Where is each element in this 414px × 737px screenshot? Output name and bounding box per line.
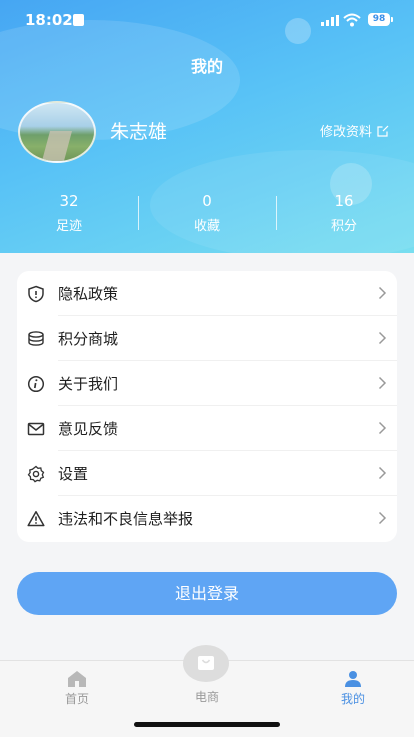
tab-home[interactable]: 首页: [17, 661, 137, 721]
edit-profile-link[interactable]: 修改资料: [320, 121, 389, 140]
edit-icon: [377, 125, 389, 137]
stat-value: 16: [334, 192, 354, 210]
edit-profile-label: 修改资料: [320, 125, 373, 140]
wifi-icon: [343, 13, 361, 27]
stat-label: 积分: [330, 219, 357, 234]
tab-label: 我的: [340, 692, 365, 706]
menu-item-about-us[interactable]: 关于我们: [17, 361, 397, 406]
stat-label: 足迹: [55, 219, 82, 234]
stat-divider: [138, 196, 139, 230]
stat-favorites[interactable]: 0 收藏: [157, 192, 257, 234]
menu-item-label: 隐私政策: [58, 285, 119, 303]
logout-button[interactable]: 退出登录: [17, 572, 397, 615]
chevron-right-icon: [378, 421, 387, 435]
home-indicator: [134, 722, 280, 727]
chevron-right-icon: [378, 376, 387, 390]
person-icon: [345, 671, 361, 687]
chevron-right-icon: [378, 331, 387, 345]
info-icon: [27, 375, 45, 393]
battery-indicator: 98: [368, 13, 390, 26]
stat-value: 0: [202, 192, 212, 210]
menu-item-privacy-policy[interactable]: 隐私政策: [17, 271, 397, 316]
chevron-right-icon: [378, 511, 387, 525]
chevron-right-icon: [378, 286, 387, 300]
coins-icon: [28, 331, 44, 346]
menu-item-label: 积分商城: [58, 330, 119, 348]
tab-label: 首页: [64, 692, 89, 706]
tab-mine[interactable]: 我的: [293, 661, 413, 721]
status-bar: 18:02 98: [0, 10, 414, 32]
battery-tip: [391, 17, 393, 22]
stat-footprints[interactable]: 32 足迹: [19, 192, 119, 234]
menu-item-report[interactable]: 违法和不良信息举报: [17, 496, 397, 541]
page-title: 我的: [190, 57, 223, 76]
shop-bag-icon: [198, 656, 214, 670]
signal-icon: [321, 15, 339, 26]
gear-icon: [27, 465, 45, 483]
status-time: 18:02: [25, 11, 73, 29]
tab-label: 电商: [194, 690, 219, 704]
home-icon: [68, 671, 86, 687]
shield-icon: [28, 285, 44, 303]
username: 朱志雄: [110, 121, 168, 143]
menu-item-label: 关于我们: [58, 375, 119, 393]
chevron-right-icon: [378, 466, 387, 480]
stat-divider: [276, 196, 277, 230]
stat-label: 收藏: [193, 219, 220, 234]
warning-icon: [27, 511, 45, 527]
menu-item-points-mall[interactable]: 积分商城: [17, 316, 397, 361]
mail-icon: [27, 422, 45, 436]
stats-row: 32 足迹 0 收藏 16 积分: [0, 192, 414, 240]
menu-item-label: 设置: [58, 465, 89, 483]
profile-header: 18:02 98 我的 朱志雄 修改资料 32 足迹 0 收藏 16 积分: [0, 0, 414, 253]
tab-center-button[interactable]: [183, 645, 229, 682]
menu-item-label: 意见反馈: [58, 420, 119, 438]
stat-points[interactable]: 16 积分: [294, 192, 394, 234]
menu-item-feedback[interactable]: 意见反馈: [17, 406, 397, 451]
menu-item-label: 违法和不良信息举报: [58, 510, 194, 528]
id-card-icon: [73, 14, 84, 26]
stat-value: 32: [59, 192, 79, 210]
menu-item-settings[interactable]: 设置: [17, 451, 397, 496]
avatar[interactable]: [18, 101, 96, 163]
settings-menu: 隐私政策 积分商城 关于我们 意见反馈 设置 违法和不良信息举报: [17, 271, 397, 542]
